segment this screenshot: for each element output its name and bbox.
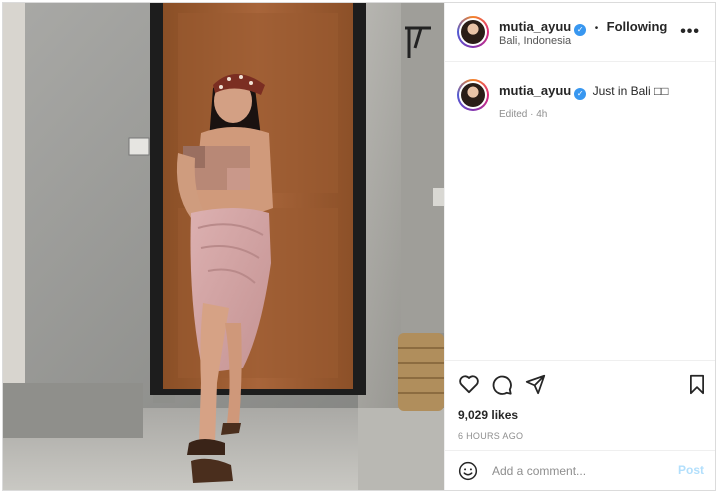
- verified-badge-icon: ✓: [574, 88, 587, 100]
- caption-avatar[interactable]: [457, 79, 489, 111]
- post-actions: 9,029 likes 6 HOURS AGO Post: [445, 360, 715, 490]
- post-details-panel: mutia_ayuu ✓ • Following Bali, Indonesia …: [444, 3, 715, 490]
- verified-badge-icon: ✓: [574, 24, 587, 36]
- likes-count[interactable]: 9,029 likes: [458, 408, 518, 422]
- profile-picture: [461, 83, 485, 107]
- bookmark-icon[interactable]: [688, 374, 706, 395]
- caption-text: Just in Bali □□: [592, 84, 669, 98]
- location-link[interactable]: Bali, Indonesia: [499, 35, 571, 47]
- more-options-icon[interactable]: •••: [680, 23, 700, 41]
- post-header: mutia_ayuu ✓ • Following Bali, Indonesia …: [445, 3, 715, 62]
- caption-username[interactable]: mutia_ayuu: [499, 83, 571, 98]
- username-link[interactable]: mutia_ayuu: [499, 19, 571, 34]
- profile-picture: [461, 20, 485, 44]
- post-timestamp: 6 HOURS AGO: [458, 431, 524, 441]
- heart-icon[interactable]: [458, 374, 480, 394]
- post-comment-button[interactable]: Post: [678, 463, 704, 477]
- caption: mutia_ayuu ✓ Just in Bali □□: [499, 83, 668, 100]
- photo-illustration: [3, 3, 444, 490]
- dot-separator: •: [594, 23, 599, 34]
- post-modal: mutia_ayuu ✓ • Following Bali, Indonesia …: [2, 2, 716, 491]
- emoji-icon[interactable]: [458, 461, 478, 481]
- following-button[interactable]: Following: [607, 19, 668, 34]
- avatar[interactable]: [457, 16, 489, 48]
- post-photo[interactable]: [3, 3, 444, 490]
- edited-timestamp: Edited · 4h: [499, 109, 548, 120]
- comment-icon[interactable]: [491, 374, 513, 396]
- comment-input[interactable]: [490, 463, 664, 479]
- comment-bar: Post: [445, 450, 715, 490]
- share-icon[interactable]: [525, 374, 546, 395]
